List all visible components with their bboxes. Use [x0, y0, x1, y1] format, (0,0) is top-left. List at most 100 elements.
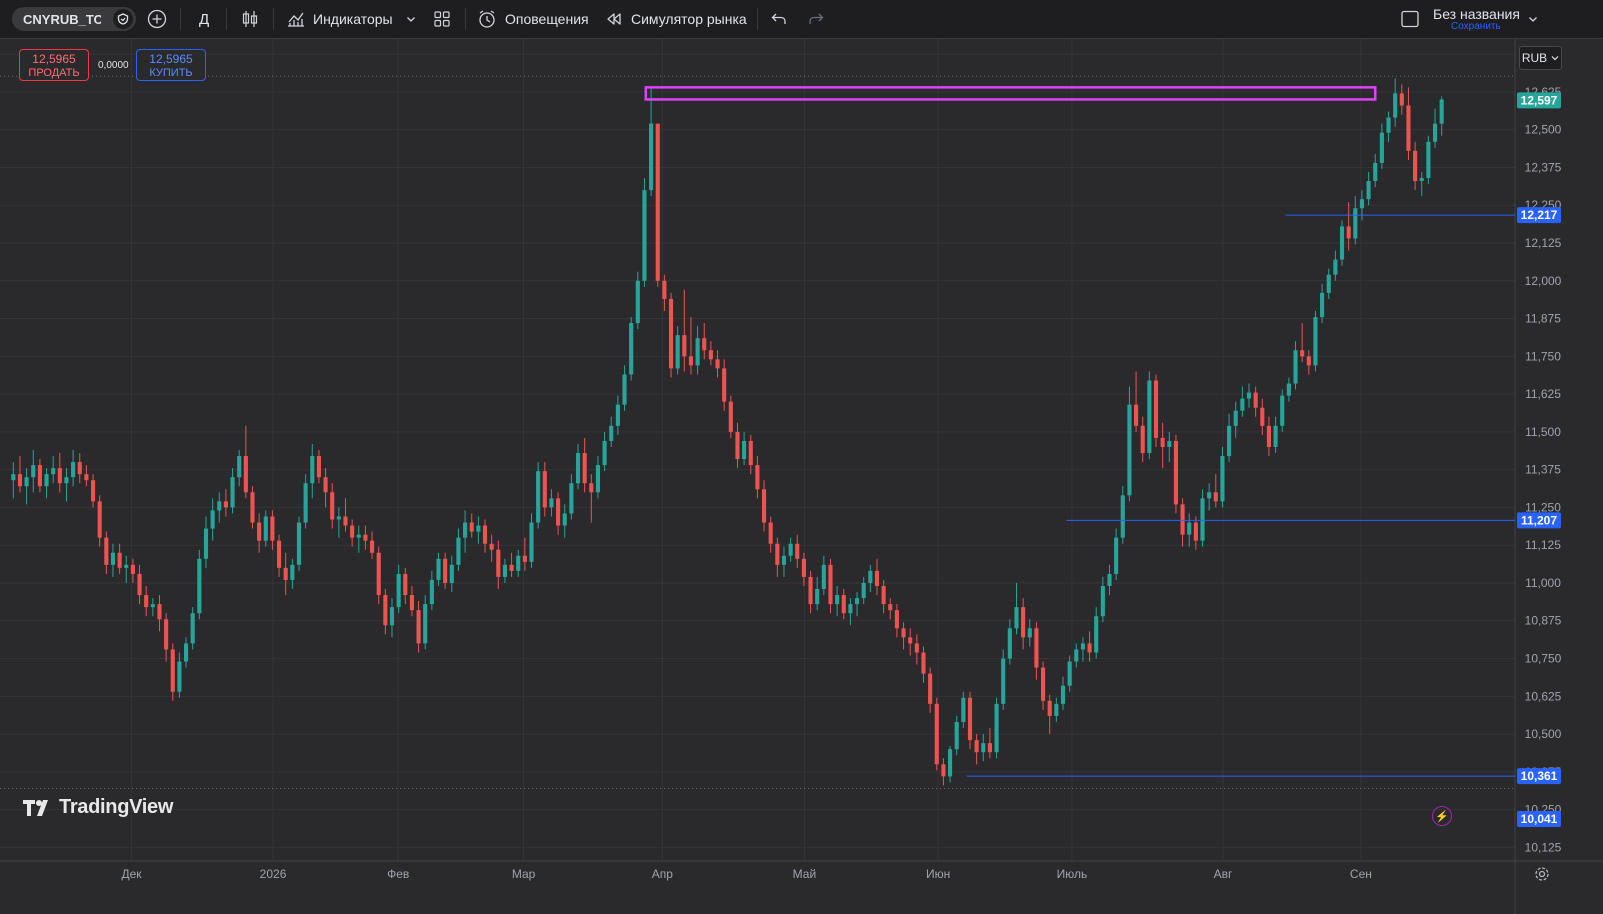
candle-body	[688, 356, 694, 366]
candle-body	[389, 607, 395, 626]
candle-body	[84, 474, 89, 481]
toolbar-divider	[465, 8, 466, 30]
price-tick-label: 11,250	[1525, 500, 1561, 514]
candle-body	[861, 582, 866, 599]
redo-button[interactable]	[807, 0, 825, 38]
candle-body	[164, 619, 169, 650]
candle-body	[396, 573, 401, 608]
candle-body	[1140, 425, 1145, 454]
candle-body	[728, 401, 733, 432]
candle-body	[748, 440, 753, 466]
candle-body	[562, 513, 567, 526]
indicators-dropdown[interactable]	[405, 0, 417, 38]
candle-body	[383, 595, 388, 626]
price-tick-label: 11,750	[1525, 349, 1561, 363]
time-tick-label: Фев	[387, 867, 409, 881]
candle-body	[1021, 607, 1026, 638]
buy-label: КУПИТЬ	[149, 67, 193, 79]
candle-body	[1260, 407, 1265, 426]
candle-body	[1413, 150, 1418, 182]
candle-body	[350, 525, 355, 538]
level-price-label: 10,361	[1521, 769, 1558, 783]
layouts-button[interactable]	[432, 0, 452, 38]
gear-icon[interactable]	[1534, 866, 1550, 885]
chevron-down-icon	[1529, 17, 1537, 22]
chart-type-button[interactable]	[240, 0, 260, 38]
candle-body	[708, 350, 713, 360]
candle-body	[967, 697, 973, 741]
undo-button[interactable]	[770, 0, 788, 38]
candle-body	[157, 604, 162, 620]
price-chart[interactable]: 12,75012,62512,50012,37512,25012,12512,0…	[0, 39, 1603, 914]
layout-name-button[interactable]: Без названия Сохранить	[1433, 6, 1521, 32]
candle-body	[1213, 492, 1218, 502]
candle-body	[795, 543, 800, 559]
lightning-icon[interactable]: ⚡	[1432, 806, 1452, 826]
symbol-search-button[interactable]: CNYRUB_TOM	[12, 7, 136, 31]
layout-dropdown[interactable]	[1527, 0, 1539, 38]
candle-body	[1366, 181, 1371, 200]
candle-body	[263, 516, 268, 541]
save-link[interactable]: Сохранить	[1433, 21, 1521, 32]
buy-button[interactable]: 12,5965 КУПИТЬ	[136, 49, 206, 81]
compare-button[interactable]	[147, 0, 167, 38]
candle-body	[1047, 700, 1052, 716]
candle-body	[97, 501, 102, 538]
interval-button[interactable]: Д	[199, 0, 209, 38]
candle-body	[270, 516, 275, 541]
undo-icon	[771, 13, 786, 24]
candle-body	[1386, 117, 1391, 133]
price-tick-label: 10,500	[1525, 727, 1562, 741]
candle-body	[1220, 456, 1225, 502]
candle-body	[316, 456, 321, 478]
candle-body	[556, 498, 561, 526]
candle-body	[788, 543, 793, 556]
candle-body	[1160, 437, 1165, 447]
candle-body	[376, 552, 381, 596]
candle-body	[549, 498, 554, 508]
candle-body	[1439, 99, 1444, 124]
candle-body	[602, 440, 607, 466]
layout-checkbox[interactable]	[1400, 0, 1420, 38]
candle-body	[755, 465, 760, 490]
sell-button[interactable]: 12,5965 ПРОДАТЬ	[19, 49, 89, 81]
time-tick-label: Июль	[1057, 867, 1088, 881]
candle-body	[124, 564, 129, 568]
candle-body	[31, 465, 36, 478]
shield-icon[interactable]	[113, 9, 133, 29]
candle-body	[516, 555, 521, 571]
replay-button[interactable]: Симулятор рынка	[605, 0, 747, 38]
candle-body	[1406, 105, 1411, 151]
rewind-icon	[607, 13, 621, 25]
time-tick-label: Дек	[122, 867, 143, 881]
candle-body	[1173, 440, 1178, 505]
candle-body	[1134, 404, 1139, 426]
candle-body	[1041, 667, 1046, 701]
indicators-button[interactable]: Индикаторы	[286, 0, 393, 38]
candle-body	[649, 123, 654, 191]
candle-body	[1007, 628, 1012, 659]
candle-body	[1273, 425, 1278, 447]
price-tick-label: 12,500	[1525, 123, 1562, 137]
candle-body	[110, 552, 116, 565]
plus-circle-icon	[147, 9, 167, 29]
candle-body	[987, 743, 992, 753]
candle-body	[223, 501, 228, 508]
candle-body	[1180, 504, 1185, 535]
candle-body	[821, 564, 826, 590]
tradingview-logo[interactable]: TradingView	[22, 796, 173, 819]
candle-body	[1114, 537, 1119, 574]
alerts-button[interactable]: Оповещения	[477, 0, 589, 38]
redo-icon	[809, 13, 824, 24]
candle-body	[529, 522, 534, 562]
candle-body	[1107, 573, 1112, 586]
price-tick-label: 11,375	[1525, 463, 1561, 477]
toolbar-divider	[180, 8, 181, 30]
candle-body	[662, 280, 667, 299]
last-price-label: 12,597	[1521, 93, 1558, 107]
spread-value: 0,0000	[98, 60, 129, 71]
currency-selector[interactable]: RUB	[1519, 46, 1562, 70]
level-price-label: 11,207	[1521, 513, 1557, 527]
candle-body	[1240, 398, 1245, 411]
candle-body	[243, 456, 248, 493]
